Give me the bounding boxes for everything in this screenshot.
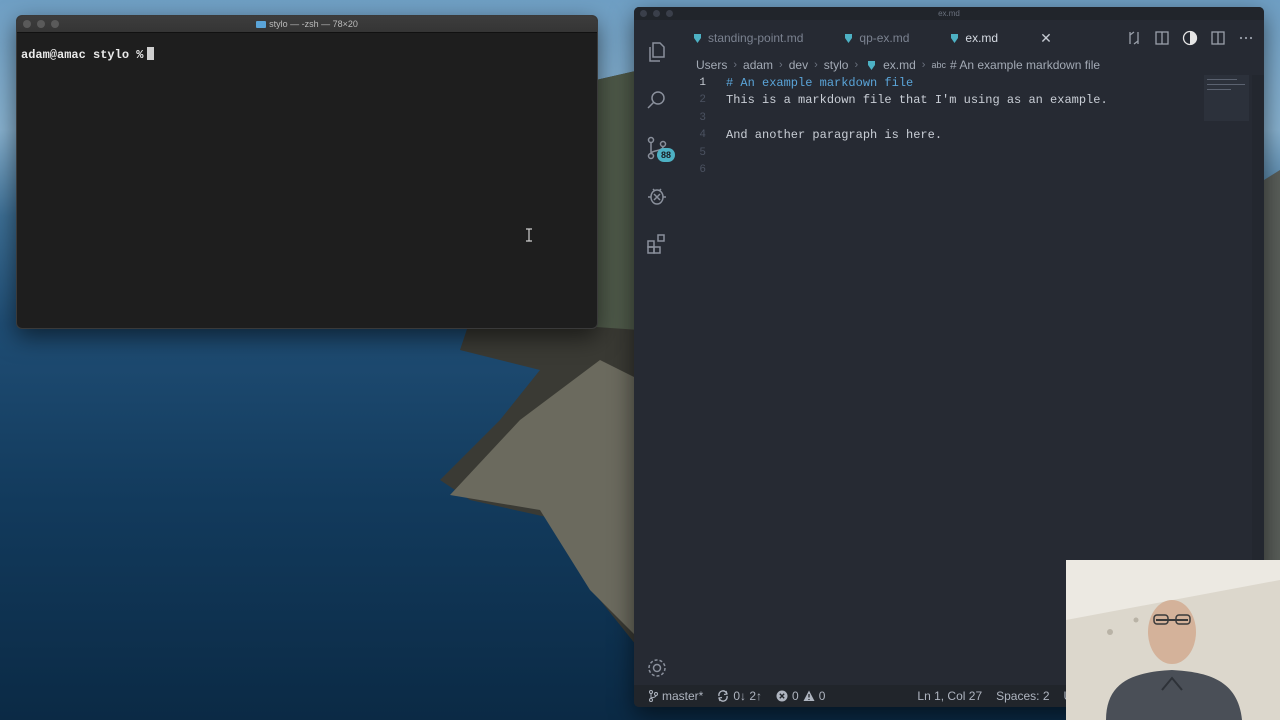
open-preview-icon[interactable]	[1154, 30, 1170, 46]
editor-tabs: standing-point.md qp-ex.md ex.md ✕	[680, 20, 1264, 56]
string-symbol-icon: abc	[931, 60, 946, 70]
sync-indicator[interactable]: 0↓ 2↑	[717, 689, 762, 703]
editor-line[interactable]: 3	[680, 110, 1200, 127]
activity-bar: 88	[634, 20, 680, 692]
terminal-cursor	[147, 47, 155, 60]
line-number: 3	[699, 111, 706, 124]
text-cursor-ibeam-icon	[526, 228, 532, 242]
code-editor[interactable]: 1 # An example markdown file 2 This is a m…	[680, 75, 1200, 179]
shell-prompt: adam@amac stylo %	[21, 48, 144, 62]
editor-actions	[1126, 20, 1254, 56]
markdown-file-icon	[951, 33, 959, 43]
editor-line[interactable]: 1 # An example markdown file	[680, 75, 1200, 92]
terminal-title: stylo — -zsh — 78×20	[17, 16, 597, 32]
branch-indicator[interactable]: master*	[648, 689, 703, 703]
chevron-right-icon: ›	[814, 59, 818, 71]
settings-gear-icon[interactable]	[645, 656, 669, 680]
theme-toggle-icon[interactable]	[1182, 30, 1198, 46]
source-control-badge: 88	[657, 148, 675, 162]
line-text[interactable]: # An example markdown file	[706, 75, 913, 92]
line-number: 2	[699, 94, 706, 107]
breadcrumb-file[interactable]: ex.md	[883, 58, 916, 72]
line-number: 5	[699, 146, 706, 159]
tab-qp-ex[interactable]: qp-ex.md	[817, 20, 923, 56]
breadcrumb-heading[interactable]: # An example markdown file	[950, 58, 1100, 72]
more-actions-icon[interactable]	[1238, 30, 1254, 46]
git-branch-icon	[649, 690, 658, 702]
terminal-titlebar[interactable]: stylo — -zsh — 78×20	[17, 16, 597, 33]
error-icon	[776, 690, 788, 702]
terminal-output[interactable]: adam@amac stylo %	[17, 33, 597, 62]
split-editor-icon[interactable]	[1210, 30, 1226, 46]
line-number: 6	[699, 163, 706, 176]
line-number: 4	[699, 129, 706, 142]
open-changes-icon[interactable]	[1126, 30, 1142, 46]
debug-icon[interactable]	[645, 184, 669, 208]
markdown-file-icon	[694, 33, 701, 43]
breadcrumb-stylo[interactable]: stylo	[824, 58, 849, 72]
editor-line[interactable]: 5	[680, 145, 1200, 162]
presenter-video-image	[1066, 560, 1280, 720]
tab-ex-md[interactable]: ex.md ✕	[937, 20, 1066, 56]
breadcrumb-adam[interactable]: adam	[743, 58, 773, 72]
line-number: 1	[699, 77, 706, 89]
line-text[interactable]: This is a markdown file that I'm using a…	[706, 92, 1108, 109]
problems-indicator[interactable]: 0 0	[776, 689, 825, 703]
breadcrumb-users[interactable]: Users	[696, 58, 727, 72]
line-text[interactable]	[706, 110, 726, 127]
editor-line[interactable]: 2 This is a markdown file that I'm using …	[680, 92, 1200, 109]
explorer-files-icon[interactable]	[645, 40, 669, 64]
warning-icon	[803, 690, 815, 701]
vscode-titlebar[interactable]: ex.md	[634, 7, 1264, 20]
editor-line[interactable]: 4 And another paragraph is here.	[680, 127, 1200, 144]
sync-icon	[718, 690, 729, 702]
folder-icon	[256, 21, 267, 28]
line-text[interactable]: And another paragraph is here.	[706, 127, 942, 144]
tab-standing-point[interactable]: standing-point.md	[680, 20, 817, 56]
chevron-right-icon: ›	[921, 59, 926, 71]
search-icon[interactable]	[645, 88, 669, 112]
breadcrumb-dev[interactable]: dev	[789, 58, 808, 72]
markdown-file-icon	[845, 33, 853, 43]
webcam-overlay	[1066, 560, 1280, 720]
terminal-window[interactable]: stylo — -zsh — 78×20 adam@amac stylo %	[16, 15, 598, 329]
minimap[interactable]	[1204, 75, 1249, 121]
editor-line[interactable]: 6	[680, 162, 1200, 179]
indentation-indicator[interactable]: Spaces: 2	[996, 689, 1049, 703]
cursor-position[interactable]: Ln 1, Col 27	[917, 689, 982, 703]
chevron-right-icon: ›	[733, 59, 738, 71]
window-title: ex.md	[938, 9, 960, 18]
breadcrumb: Users › adam › dev › stylo › ex.md › abc # An…	[696, 57, 1100, 73]
line-text[interactable]	[706, 145, 726, 162]
chevron-right-icon: ›	[854, 59, 859, 71]
markdown-file-icon	[868, 60, 876, 70]
chevron-right-icon: ›	[779, 59, 783, 71]
line-text[interactable]	[706, 162, 726, 179]
close-tab-icon[interactable]: ✕	[1040, 30, 1052, 47]
extensions-icon[interactable]	[645, 232, 669, 256]
